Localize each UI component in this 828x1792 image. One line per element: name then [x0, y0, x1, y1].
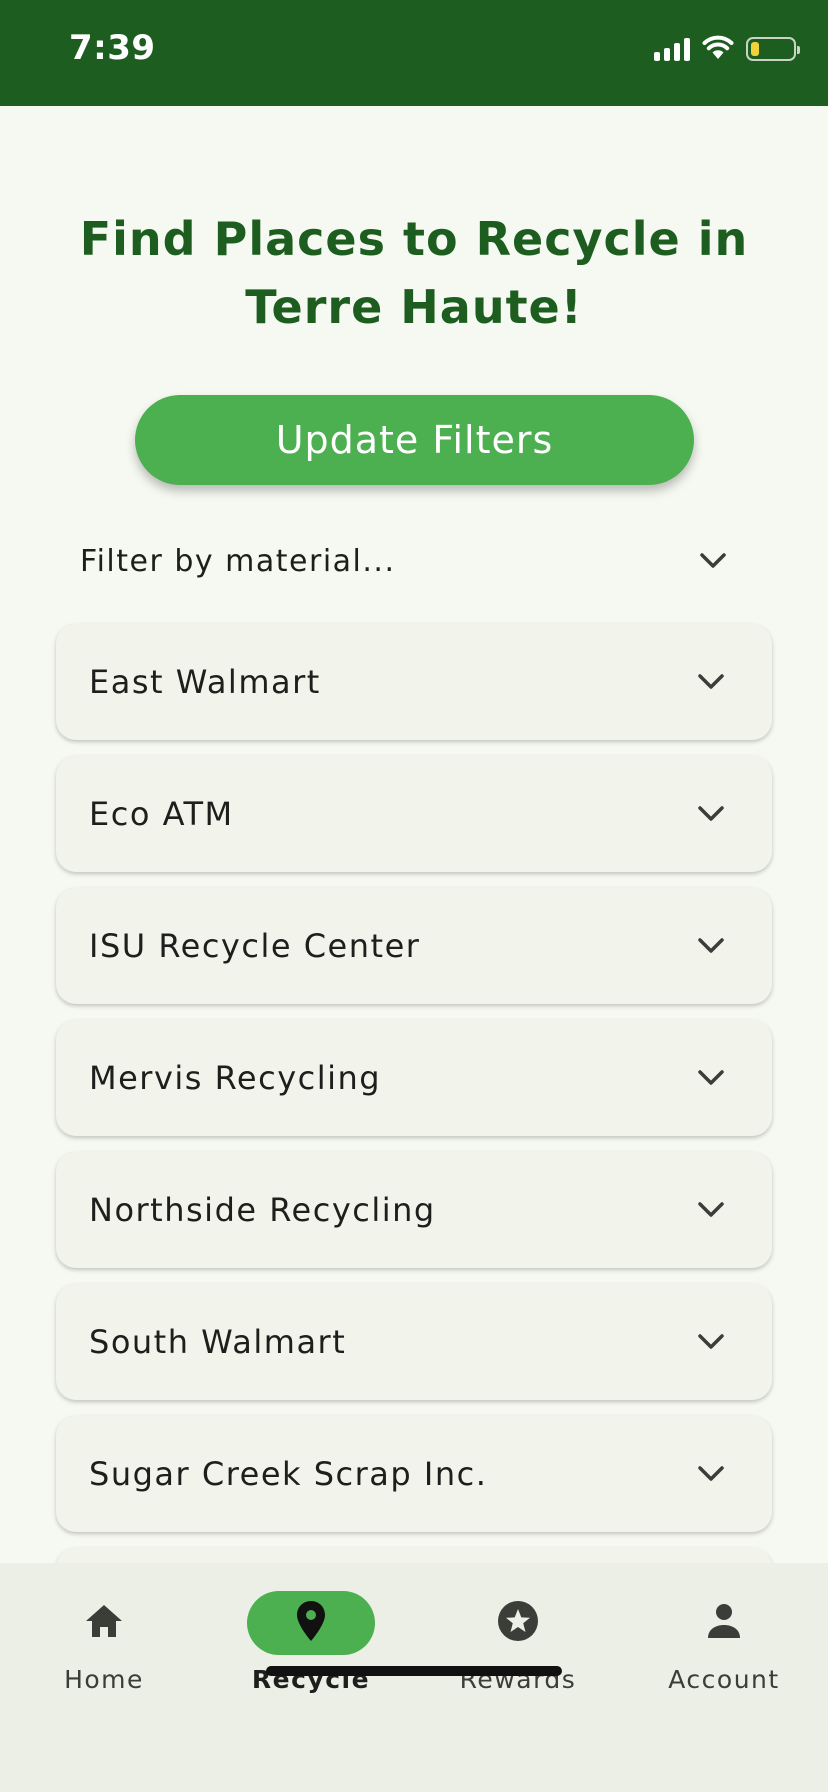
location-card[interactable]: Northside Recycling: [56, 1152, 772, 1268]
chevron-down-icon[interactable]: [694, 1457, 728, 1491]
battery-level: [751, 42, 759, 56]
location-pin-icon: [296, 1600, 326, 1647]
location-card[interactable]: Sugar Creek Scrap Inc.: [56, 1416, 772, 1532]
recycle-screen: 7:39 Find Places to Recycle in Terre Hau…: [0, 0, 828, 1792]
wifi-icon: [702, 34, 734, 65]
home-indicator: [266, 1666, 562, 1676]
location-name: East Walmart: [89, 663, 321, 701]
update-filters-button[interactable]: Update Filters: [135, 395, 694, 485]
nav-home-icon-container: [40, 1591, 168, 1655]
nav-rewards-icon-container: [454, 1591, 582, 1655]
chevron-down-icon[interactable]: [694, 1061, 728, 1095]
location-name: Eco ATM: [89, 795, 234, 833]
nav-item-account[interactable]: Account: [634, 1591, 814, 1694]
chevron-down-icon[interactable]: [694, 665, 728, 699]
location-card[interactable]: East Walmart: [56, 624, 772, 740]
nav-item-home[interactable]: Home: [14, 1591, 194, 1694]
cellular-signal-icon: [654, 37, 690, 61]
page-title: Find Places to Recycle in Terre Haute!: [79, 212, 749, 334]
bottom-navigation-bar: Home Recycle Rewards Account: [0, 1563, 828, 1792]
status-icons: [654, 34, 800, 65]
chevron-down-icon: [696, 544, 730, 578]
location-card[interactable]: Mervis Recycling: [56, 1020, 772, 1136]
nav-recycle-icon-container: [247, 1591, 375, 1655]
location-name: Sugar Creek Scrap Inc.: [89, 1455, 488, 1493]
location-card[interactable]: South Walmart: [56, 1284, 772, 1400]
nav-label-account: Account: [668, 1665, 780, 1694]
location-card[interactable]: Eco ATM: [56, 756, 772, 872]
location-list: East Walmart Eco ATM ISU Recycle Center Mer…: [56, 624, 772, 1680]
location-name: Mervis Recycling: [89, 1059, 382, 1097]
material-filter-placeholder: Filter by material...: [80, 543, 396, 579]
material-filter-dropdown[interactable]: Filter by material...: [80, 530, 730, 592]
nav-item-recycle[interactable]: Recycle: [221, 1591, 401, 1694]
chevron-down-icon[interactable]: [694, 797, 728, 831]
nav-account-icon-container: [660, 1591, 788, 1655]
status-bar: 7:39: [0, 0, 828, 106]
location-name: South Walmart: [89, 1323, 347, 1361]
chevron-down-icon[interactable]: [694, 929, 728, 963]
person-icon: [706, 1603, 742, 1644]
status-time: 7:39: [69, 28, 156, 68]
home-icon: [84, 1603, 124, 1644]
nav-item-rewards[interactable]: Rewards: [428, 1591, 608, 1694]
location-card[interactable]: ISU Recycle Center: [56, 888, 772, 1004]
star-badge-icon: [497, 1600, 539, 1647]
chevron-down-icon[interactable]: [694, 1325, 728, 1359]
chevron-down-icon[interactable]: [694, 1193, 728, 1227]
nav-label-home: Home: [64, 1665, 144, 1694]
location-name: Northside Recycling: [89, 1191, 436, 1229]
location-name: ISU Recycle Center: [89, 927, 421, 965]
battery-icon: [746, 37, 800, 61]
